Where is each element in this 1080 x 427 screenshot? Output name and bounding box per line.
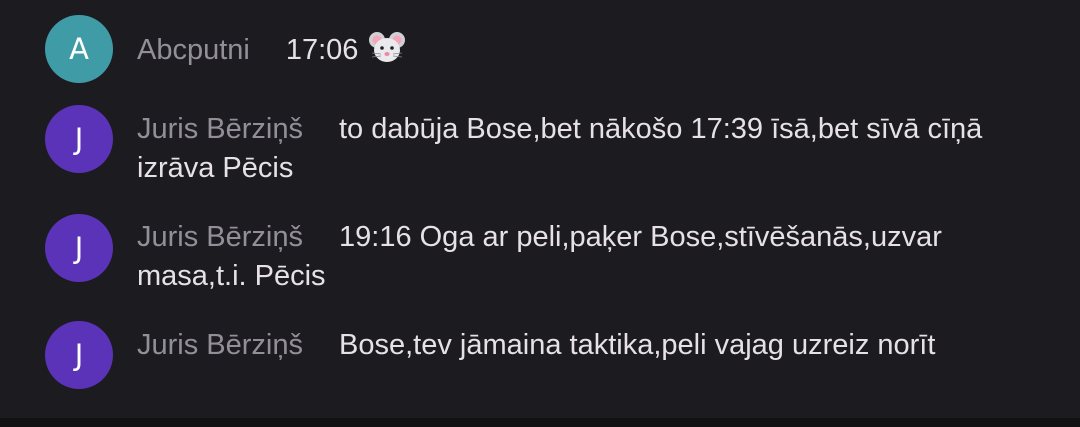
comment-message: 17:06 — [285, 34, 359, 66]
avatar[interactable]: J — [45, 105, 113, 173]
comment-author[interactable]: Juris Bērziņš — [137, 113, 303, 145]
comment-message: Bose,tev jāmaina taktika,peli vajag uzre… — [339, 329, 936, 361]
comment-text: Abcputni 17:06 — [137, 30, 1037, 70]
comment-author[interactable]: Juris Bērziņš — [137, 221, 303, 253]
comment-author[interactable]: Juris Bērziņš — [137, 329, 303, 361]
comment-text: Juris Bērziņš to dabūja Bose,bet nākošo 1… — [137, 110, 1037, 188]
mouse-face-icon — [368, 30, 406, 64]
avatar[interactable]: J — [45, 321, 113, 389]
comment-text: Juris Bērziņš Bose,tev jāmaina taktika,pe… — [137, 326, 1037, 365]
comment-text: Juris Bērziņš 19:16 Oga ar peli,paķer Bos… — [137, 218, 1037, 296]
avatar[interactable]: A — [45, 15, 113, 83]
comment-list: A Abcputni 17:06 J Juris Bērziņš to dabū… — [0, 0, 1080, 418]
comment-author[interactable]: Abcputni — [137, 34, 250, 66]
bottom-bar — [0, 418, 1080, 427]
avatar[interactable]: J — [45, 214, 113, 282]
